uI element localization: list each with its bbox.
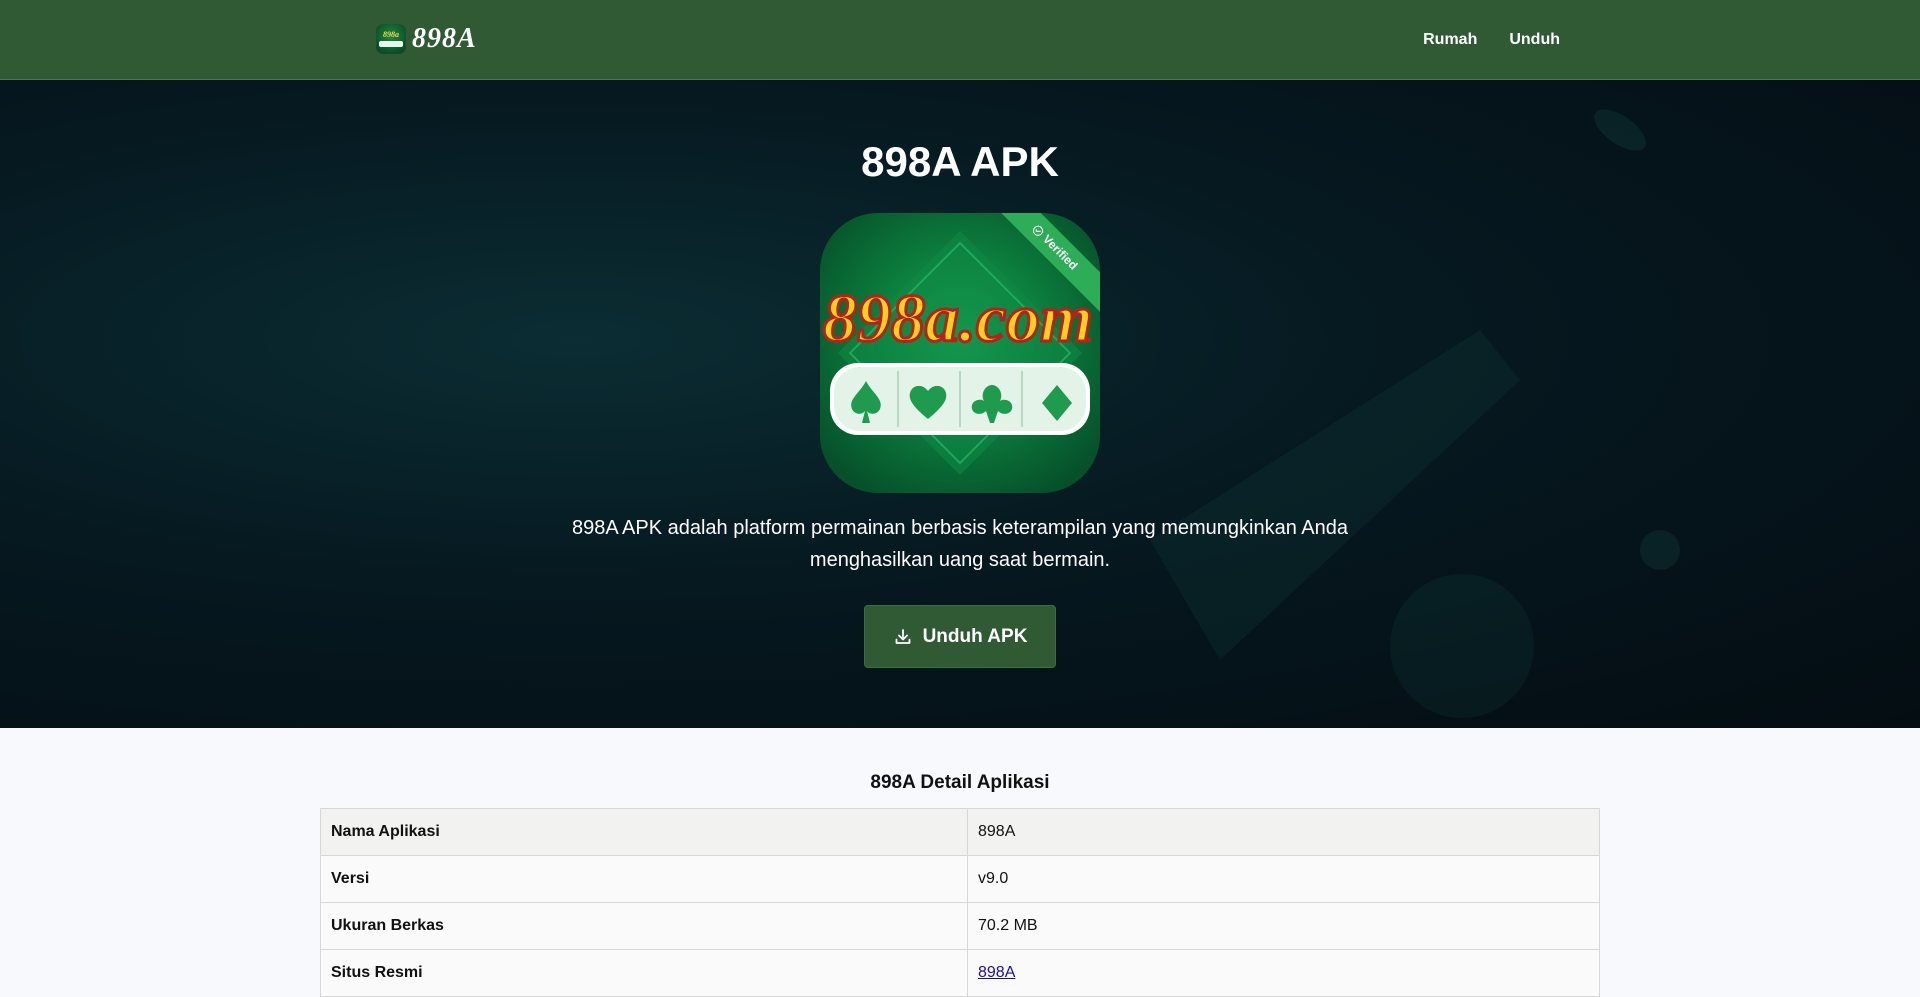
- official-site-link[interactable]: 898A: [978, 964, 1015, 981]
- download-apk-label: Unduh APK: [922, 625, 1028, 647]
- detail-key: Versi: [320, 855, 968, 903]
- table-row: Versi v9.0: [320, 855, 1600, 903]
- table-row: Situs Resmi 898A: [320, 949, 1600, 997]
- detail-value: 898A: [967, 808, 1600, 856]
- logo-badge-icon: 898a: [376, 24, 406, 54]
- detail-value: 70.2 MB: [967, 902, 1600, 950]
- nav-link-rumah[interactable]: Rumah: [1423, 31, 1477, 49]
- download-apk-button[interactable]: Unduh APK: [864, 605, 1056, 668]
- main-nav: Rumah Unduh: [1423, 0, 1560, 80]
- logo-text: 898A: [412, 23, 477, 54]
- app-icon-logo-text: 898a.com: [823, 280, 1093, 356]
- detail-key: Situs Resmi: [320, 949, 968, 997]
- table-row: Nama Aplikasi 898A: [320, 808, 1600, 856]
- site-header: 898a 898A Rumah Unduh: [0, 0, 1920, 80]
- detail-key: Nama Aplikasi: [320, 808, 968, 856]
- verified-check-icon: [1033, 225, 1044, 236]
- page-title: 898A APK: [861, 138, 1059, 185]
- download-icon: [895, 628, 910, 644]
- site-logo[interactable]: 898a 898A: [376, 22, 477, 56]
- details-title: 898A Detail Aplikasi: [870, 772, 1050, 793]
- detail-value-cell: 898A: [967, 949, 1600, 997]
- hero-section: 898A APK 898a.com Verified 898A APK adal…: [0, 80, 1920, 728]
- table-row: Ukuran Berkas 70.2 MB: [320, 902, 1600, 950]
- nav-link-unduh[interactable]: Unduh: [1509, 31, 1560, 49]
- hero-description: 898A APK adalah platform permainan berba…: [571, 517, 1349, 571]
- app-details-table: Nama Aplikasi 898A Versi v9.0 Ukuran Ber…: [320, 808, 1600, 997]
- detail-value: v9.0: [967, 855, 1600, 903]
- detail-key: Ukuran Berkas: [320, 902, 968, 950]
- app-icon: 898a.com Verified: [820, 213, 1100, 493]
